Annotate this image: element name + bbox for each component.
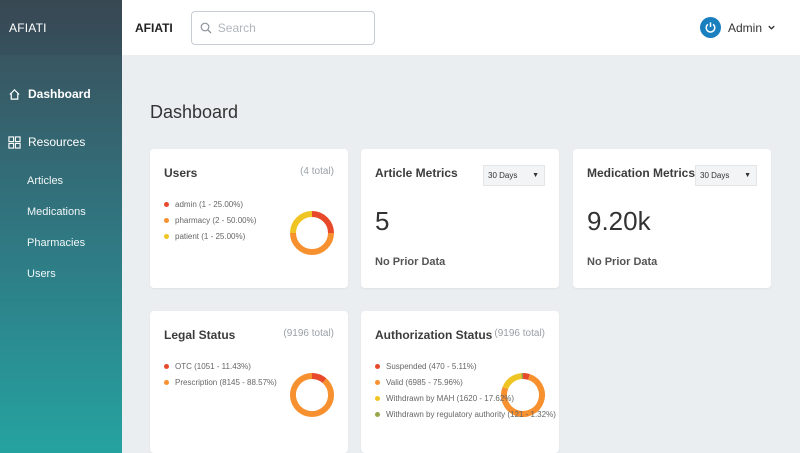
legend-item: Suspended (470 - 5.11%) — [375, 358, 556, 374]
sidebar-item-users[interactable]: Users — [0, 265, 122, 283]
legend-dot — [375, 379, 380, 385]
card-title: Users — [164, 166, 198, 180]
card-title: Legal Status — [164, 328, 236, 342]
legend-item: Valid (6985 - 75.96%) — [375, 374, 556, 390]
legend-dot — [375, 363, 380, 369]
metric-value: 5 — [375, 206, 390, 236]
card-title: Authorization Status — [375, 328, 493, 342]
legend-item: Prescription (8145 - 88.57%) — [164, 374, 277, 390]
article-metrics-card: Article Metrics 30 Days ▼ 5 No Prior Dat… — [361, 149, 559, 288]
caret-down-icon: ▼ — [532, 172, 539, 179]
users-donut-chart — [290, 211, 334, 255]
legend-item: Withdrawn by MAH (1620 - 17.62%) — [375, 390, 556, 406]
legend-item: admin (1 - 25.00%) — [164, 196, 256, 212]
card-total: (4 total) — [300, 166, 334, 177]
legend-label: Valid (6985 - 75.96%) — [386, 377, 463, 387]
caret-down-icon: ▼ — [744, 172, 751, 179]
legend-label: Withdrawn by regulatory authority (121 -… — [386, 409, 556, 419]
legend: admin (1 - 25.00%) pharmacy (2 - 50.00%)… — [164, 196, 256, 244]
sidebar-item-label: Resources — [28, 135, 86, 149]
page-title: Dashboard — [150, 102, 239, 122]
legal-status-card: Legal Status (9196 total) OTC (1051 - 11… — [150, 311, 348, 453]
legend-dot — [164, 379, 169, 385]
legend: OTC (1051 - 11.43%) Prescription (8145 -… — [164, 358, 277, 390]
search-icon — [200, 22, 212, 33]
sidebar-item-label: Dashboard — [28, 87, 91, 101]
authorization-status-card: Authorization Status (9196 total) Suspen… — [361, 311, 559, 453]
medication-metrics-card: Medication Metrics 30 Days ▼ 9.20k No Pr… — [573, 149, 771, 288]
legend: Suspended (470 - 5.11%) Valid (6985 - 75… — [375, 358, 556, 422]
card-title: Article Metrics — [375, 166, 458, 180]
search-input[interactable] — [217, 20, 368, 35]
donut-slice-2 — [290, 211, 313, 234]
legal-status-donut-chart — [290, 373, 334, 417]
legend-label: admin (1 - 25.00%) — [175, 199, 244, 209]
donut-slice-1 — [290, 373, 334, 417]
sidebar-item-resources[interactable]: Resources — [0, 132, 122, 152]
sidebar: AFIATI Dashboard Resources Articles Medi… — [0, 0, 122, 453]
legend-item: patient (1 - 25.00%) — [164, 228, 256, 244]
home-icon — [9, 88, 20, 100]
legend-item: pharmacy (2 - 50.00%) — [164, 212, 256, 228]
legend-dot — [164, 201, 169, 207]
card-total: (9196 total) — [283, 328, 334, 339]
avatar — [699, 17, 721, 38]
chevron-down-icon — [768, 25, 775, 30]
legend-item: OTC (1051 - 11.43%) — [164, 358, 277, 374]
top-brand: AFIATI — [135, 20, 173, 35]
legend-dot — [164, 233, 169, 239]
legend-label: patient (1 - 25.00%) — [175, 231, 246, 241]
legend-item: Withdrawn by regulatory authority (121 -… — [375, 406, 556, 422]
donut-slice-0 — [311, 211, 334, 234]
select-value: 30 Days — [488, 171, 518, 180]
sidebar-item-dashboard[interactable]: Dashboard — [0, 84, 122, 104]
donut-slice-1 — [290, 232, 334, 255]
legend-label: OTC (1051 - 11.43%) — [175, 361, 251, 371]
metric-value: 9.20k — [587, 206, 651, 236]
user-menu[interactable]: Admin — [699, 17, 776, 38]
grid-icon — [8, 135, 21, 149]
top-bar: AFIATI Admin — [122, 0, 800, 55]
search-box[interactable] — [190, 10, 375, 45]
users-card: Users (4 total) admin (1 - 25.00%) pharm… — [150, 149, 348, 288]
card-title: Medication Metrics — [587, 166, 696, 180]
legend-label: Prescription (8145 - 88.57%) — [175, 377, 277, 387]
metric-subtext: No Prior Data — [587, 256, 658, 268]
metric-subtext: No Prior Data — [375, 256, 446, 268]
select-value: 30 Days — [700, 171, 730, 180]
card-total: (9196 total) — [494, 328, 545, 339]
range-select[interactable]: 30 Days ▼ — [483, 165, 545, 186]
legend-label: pharmacy (2 - 50.00%) — [175, 215, 257, 225]
sidebar-item-medications[interactable]: Medications — [0, 203, 122, 221]
sidebar-brand[interactable]: AFIATI — [0, 0, 122, 55]
legend-dot — [375, 411, 380, 417]
range-select[interactable]: 30 Days ▼ — [695, 165, 757, 186]
legend-dot — [375, 395, 380, 401]
legend-dot — [164, 363, 169, 369]
legend-dot — [164, 217, 169, 223]
legend-label: Suspended (470 - 5.11%) — [386, 361, 477, 371]
legend-label: Withdrawn by MAH (1620 - 17.62%) — [386, 393, 515, 403]
user-name: Admin — [727, 20, 762, 35]
sidebar-item-pharmacies[interactable]: Pharmacies — [0, 234, 122, 252]
sidebar-item-articles[interactable]: Articles — [0, 172, 122, 190]
donut-slice-0 — [311, 373, 327, 384]
power-icon — [705, 22, 716, 33]
